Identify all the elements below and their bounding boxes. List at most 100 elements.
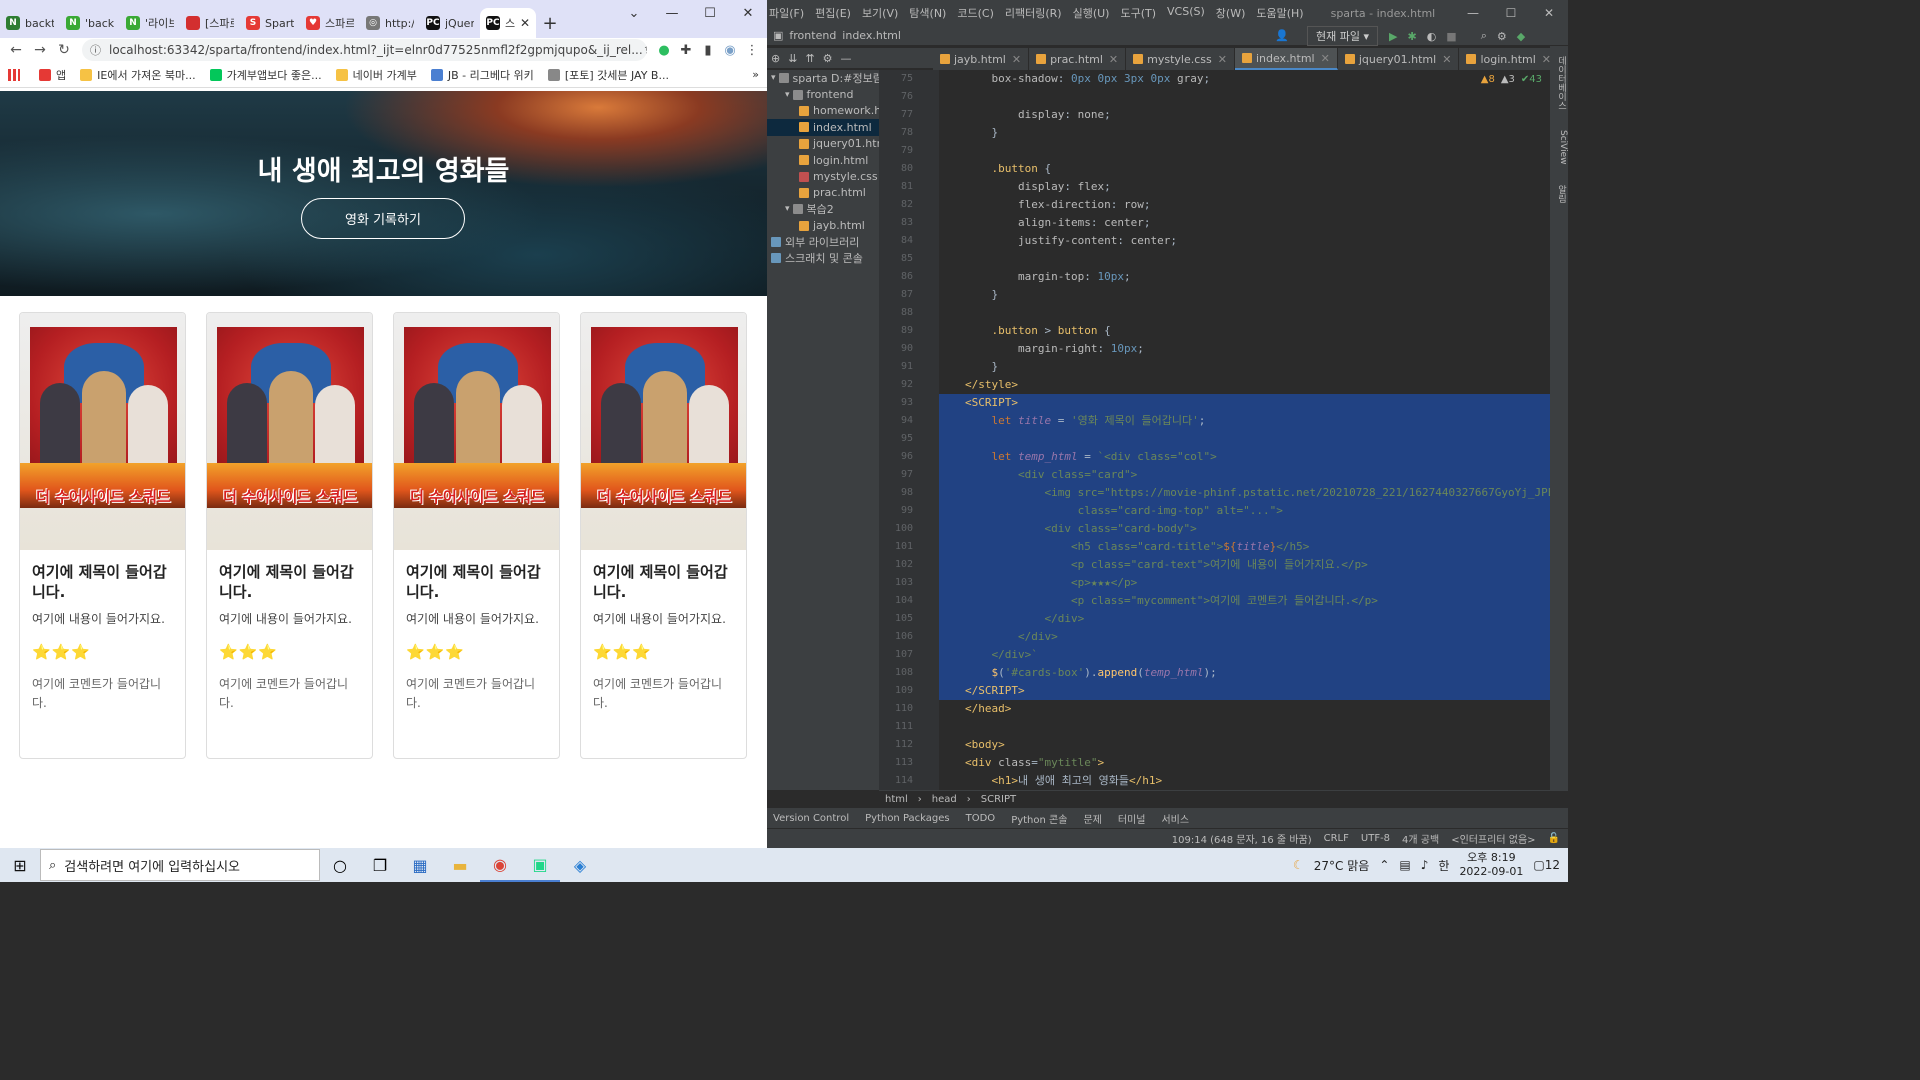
- ide-menu-item[interactable]: 도움말(H): [1256, 5, 1303, 21]
- run-config-select[interactable]: 현재 파일 ▾: [1307, 26, 1378, 46]
- taskbar-search-box[interactable]: ⌕ 검색하려면 여기에 입력하십시오: [40, 849, 320, 881]
- ide-menu-item[interactable]: 도구(T): [1120, 5, 1156, 21]
- network-icon[interactable]: ▤: [1399, 858, 1410, 872]
- ide-menu-item[interactable]: 편집(E): [815, 5, 851, 21]
- back-arrow-icon[interactable]: ←: [4, 38, 28, 62]
- editor-tab[interactable]: index.html ✕: [1234, 48, 1338, 70]
- task-view-icon[interactable]: ❐: [360, 848, 400, 882]
- inspection-widget[interactable]: ▲8 ▲3 ✔43: [1481, 74, 1542, 85]
- editor-tab-close-icon[interactable]: ✕: [1442, 53, 1451, 66]
- pycharm-taskbar-icon[interactable]: ▣: [520, 848, 560, 882]
- editor-tab-close-icon[interactable]: ✕: [1218, 53, 1227, 66]
- clock[interactable]: 오후 8:19 2022-09-01: [1459, 851, 1523, 879]
- status-bar-item[interactable]: 4개 공백: [1402, 831, 1439, 846]
- bookmark-item[interactable]: IE에서 가져온 북마...: [80, 67, 196, 83]
- browser-tab[interactable]: [스파르: [180, 8, 240, 38]
- browser-tab[interactable]: PC 스 ✕: [480, 8, 536, 38]
- ide-maximize-button[interactable]: ☐: [1492, 0, 1530, 26]
- extensions-puzzle-icon[interactable]: ✚: [675, 39, 697, 61]
- notification-center-icon[interactable]: ▢12: [1533, 858, 1560, 872]
- browser-tab[interactable]: ◎ http:/: [360, 8, 420, 38]
- tree-expand-chevron-icon[interactable]: ▾: [785, 90, 790, 100]
- user-icon[interactable]: 👤: [1275, 29, 1289, 42]
- editor-tab[interactable]: prac.html ✕: [1029, 48, 1127, 70]
- cortana-icon[interactable]: ○: [320, 848, 360, 882]
- tool-window-button[interactable]: Python Packages: [865, 813, 950, 824]
- browser-tab[interactable]: PC jQuery: [420, 8, 480, 38]
- debug-icon[interactable]: ✱: [1407, 30, 1416, 43]
- bookmark-item[interactable]: 가계부앱보다 좋은...: [209, 67, 322, 83]
- profile-avatar[interactable]: ◉: [719, 39, 741, 61]
- right-tool-window-tab[interactable]: 데이터베이스: [1550, 56, 1568, 110]
- tool-window-button[interactable]: 문제: [1083, 811, 1101, 826]
- editor-tab-close-icon[interactable]: ✕: [1321, 52, 1330, 65]
- code-breadcrumb-item[interactable]: head: [932, 794, 957, 805]
- code-editor[interactable]: box-shadow: 0px 0px 3px 0px gray; displa…: [939, 70, 1551, 790]
- nav-crumb-file[interactable]: index.html: [842, 29, 901, 42]
- coverage-icon[interactable]: ◐: [1427, 30, 1437, 43]
- forward-arrow-icon[interactable]: →: [28, 38, 52, 62]
- volume-icon[interactable]: ♪: [1421, 858, 1429, 872]
- nav-crumb-folder[interactable]: frontend: [789, 29, 836, 42]
- minimize-button[interactable]: —: [653, 0, 691, 26]
- tool-window-button[interactable]: Version Control: [773, 813, 849, 824]
- editor-tab-close-icon[interactable]: ✕: [1012, 53, 1021, 66]
- tool-window-button[interactable]: 서비스: [1161, 811, 1189, 826]
- bookmark-item[interactable]: 앱: [39, 67, 66, 83]
- bookmarks-more-icon[interactable]: »: [752, 68, 759, 81]
- reload-icon[interactable]: ↻: [52, 38, 76, 62]
- bookmark-item[interactable]: JB - 리그베다 위키: [430, 67, 534, 83]
- bookmark-item[interactable]: [포토] 갓세븐 JAY B...: [547, 67, 669, 83]
- ide-menu-item[interactable]: VCS(S): [1167, 5, 1205, 21]
- ide-menu-item[interactable]: 리팩터링(R): [1005, 5, 1062, 21]
- target-icon[interactable]: ⊕: [771, 52, 780, 65]
- chrome-menu-icon[interactable]: ⋮: [741, 39, 763, 61]
- stop-icon[interactable]: ■: [1446, 30, 1456, 43]
- status-bar-item[interactable]: UTF-8: [1361, 833, 1390, 844]
- ide-menu-item[interactable]: 실행(U): [1073, 5, 1110, 21]
- code-breadcrumb-item[interactable]: html: [885, 794, 908, 805]
- tree-expand-chevron-icon[interactable]: ▾: [785, 204, 790, 214]
- ide-menu-item[interactable]: 파일(F): [769, 5, 804, 21]
- tool-window-button[interactable]: Python 콘솔: [1011, 811, 1067, 826]
- maximize-button[interactable]: ☐: [691, 0, 729, 26]
- editor-tab[interactable]: mystyle.css ✕: [1126, 48, 1235, 70]
- ide-menu-item[interactable]: 창(W): [1216, 5, 1246, 21]
- editor-tab[interactable]: jquery01.html ✕: [1338, 48, 1460, 70]
- new-tab-button[interactable]: +: [536, 8, 564, 38]
- tool-window-button[interactable]: TODO: [966, 813, 996, 824]
- code-breadcrumb-item[interactable]: SCRIPT: [981, 794, 1016, 805]
- bookmark-item[interactable]: 네이버 가계부: [335, 67, 417, 83]
- store-icon[interactable]: ▦: [400, 848, 440, 882]
- hide-panel-icon[interactable]: —: [841, 52, 852, 65]
- right-tool-window-tab[interactable]: SciView: [1550, 130, 1568, 165]
- browser-tab[interactable]: ♥ 스파르: [300, 8, 360, 38]
- panel-gear-icon[interactable]: ⚙: [823, 52, 833, 65]
- ime-indicator[interactable]: 한: [1438, 857, 1449, 874]
- status-bar-item[interactable]: CRLF: [1324, 833, 1349, 844]
- editor-tab[interactable]: login.html ✕: [1459, 48, 1560, 70]
- chrome-taskbar-icon[interactable]: ◉: [480, 848, 520, 882]
- ide-minimize-button[interactable]: —: [1454, 0, 1492, 26]
- close-button[interactable]: ✕: [729, 0, 767, 26]
- ide-menu-item[interactable]: 코드(C): [957, 5, 994, 21]
- search-everywhere-icon[interactable]: ⌕: [1481, 29, 1487, 43]
- right-tool-window-tab[interactable]: 알림: [1550, 185, 1568, 203]
- ide-menu-item[interactable]: 탐색(N): [909, 5, 946, 21]
- bookmarks-apps-grid-icon[interactable]: [8, 68, 25, 81]
- status-bar-item[interactable]: 109:14 (648 문자, 16 줄 바꿈): [1172, 831, 1312, 846]
- expand-all-icon[interactable]: ⇊: [788, 52, 797, 65]
- hancom-taskbar-icon[interactable]: ◈: [560, 848, 600, 882]
- file-explorer-icon[interactable]: ▬: [440, 848, 480, 882]
- ide-update-icon[interactable]: ◆: [1517, 30, 1525, 43]
- evernote-extension-icon[interactable]: ●: [653, 39, 675, 61]
- tab-search-icon[interactable]: ⌄: [615, 0, 653, 26]
- url-bar[interactable]: ⓘ localhost:63342/sparta/frontend/index.…: [82, 39, 647, 61]
- editor-tab-close-icon[interactable]: ✕: [1109, 53, 1118, 66]
- ide-menu-item[interactable]: 보기(V): [862, 5, 898, 21]
- browser-tab[interactable]: N 'backt: [60, 8, 120, 38]
- tray-overflow-icon[interactable]: ⌃: [1379, 858, 1389, 872]
- browser-tab[interactable]: S Sparta: [240, 8, 300, 38]
- settings-gear-icon[interactable]: ⚙: [1497, 30, 1507, 43]
- lock-icon[interactable]: 🔓: [1548, 833, 1560, 844]
